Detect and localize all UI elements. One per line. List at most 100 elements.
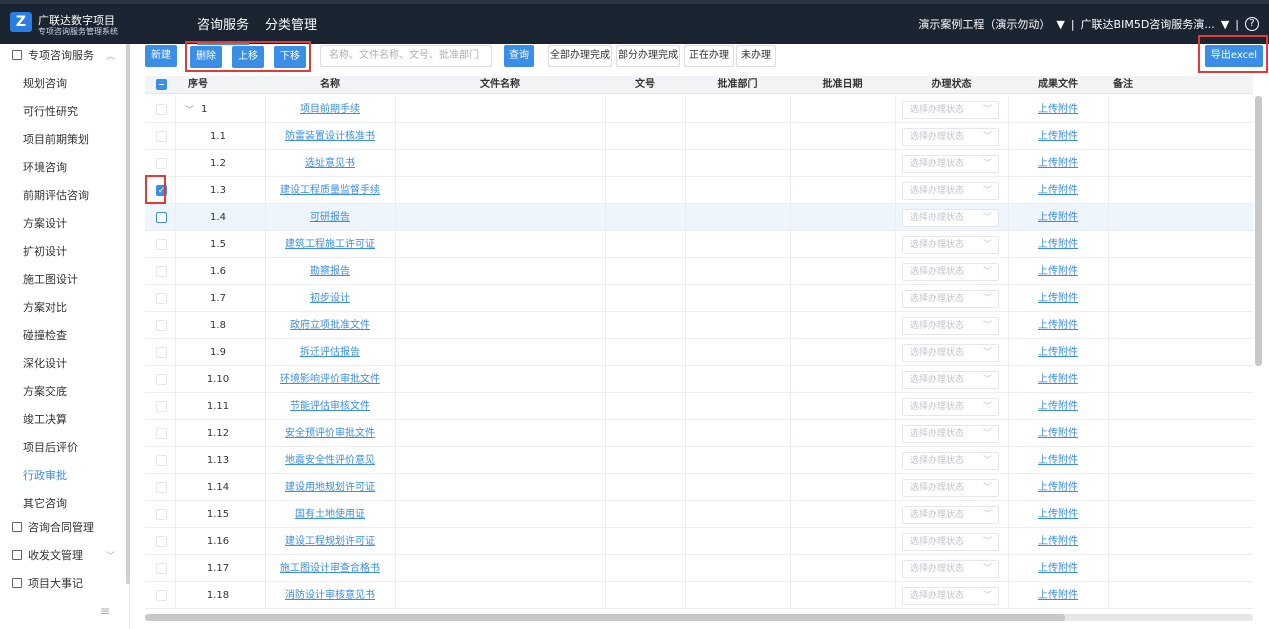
chevron-down-icon[interactable]: ▼ [1221,18,1229,31]
row-name-link[interactable]: 地震安全性评价意见 [265,447,395,474]
sidebar-group-events[interactable]: 项目大事记 [0,572,125,594]
upload-attachment-link[interactable]: 上传附件 [1008,231,1108,258]
status-select[interactable]: 选择办理状态 ﹀ [902,317,999,335]
filter-all-done[interactable]: 全部办理完成 [548,45,612,67]
sidebar-item-clash-check[interactable]: 碰撞检查 [23,327,67,343]
sidebar-item-other-consulting[interactable]: 其它咨询 [23,495,67,511]
sidebar-item-early-planning[interactable]: 项目前期策划 [23,131,89,147]
status-select[interactable]: 选择办理状态 ﹀ [902,533,999,551]
row-checkbox[interactable] [156,482,167,493]
search-input[interactable]: 名称、文件名称、文号、批准部门 [320,45,492,67]
status-select[interactable]: 选择办理状态 ﹀ [902,344,999,362]
row-checkbox[interactable] [156,374,167,385]
upload-attachment-link[interactable]: 上传附件 [1008,204,1108,231]
sidebar-item-post-evaluation[interactable]: 项目后评价 [23,439,78,455]
table-row[interactable]: 1.6 勘察报告 选择办理状态 ﹀ 上传附件 [145,258,1253,285]
sidebar-item-early-assessment[interactable]: 前期评估咨询 [23,187,89,203]
status-select[interactable]: 选择办理状态 ﹀ [902,587,999,605]
status-select[interactable]: 选择办理状态 ﹀ [902,128,999,146]
sidebar-item-construction-drawing[interactable]: 施工图设计 [23,271,78,287]
row-checkbox[interactable] [156,509,167,520]
table-row[interactable]: 1.1 防雷装置设计核准书 选择办理状态 ﹀ 上传附件 [145,123,1253,150]
row-checkbox[interactable] [156,401,167,412]
tab-consulting-service[interactable]: 咨询服务 [197,14,250,45]
row-name-link[interactable]: 消防设计审核意见书 [265,582,395,609]
filter-partial-done[interactable]: 部分办理完成 [616,45,680,67]
row-checkbox[interactable] [156,590,167,601]
table-row[interactable]: 1.2 选址意见书 选择办理状态 ﹀ 上传附件 [145,150,1253,177]
upload-attachment-link[interactable]: 上传附件 [1008,528,1108,555]
status-select[interactable]: 选择办理状态 ﹀ [902,506,999,524]
sidebar-item-scheme-briefing[interactable]: 方案交底 [23,383,67,399]
sidebar-item-environment[interactable]: 环境咨询 [23,159,67,175]
filter-not-done[interactable]: 未办理 [736,45,776,67]
select-all-checkbox[interactable] [156,79,167,90]
status-select[interactable]: 选择办理状态 ﹀ [902,263,999,281]
sidebar-group-documents[interactable]: 收发文管理 ﹀ [0,544,125,566]
horizontal-scrollbar-thumb[interactable] [145,614,1065,621]
row-checkbox[interactable] [156,536,167,547]
upload-attachment-link[interactable]: 上传附件 [1008,474,1108,501]
row-name-link[interactable]: 施工图设计审查合格书 [265,555,395,582]
row-checkbox[interactable] [156,455,167,466]
help-icon[interactable]: ? [1245,17,1259,31]
upload-attachment-link[interactable]: 上传附件 [1008,312,1108,339]
row-name-link[interactable]: 建设工程规划许可证 [265,528,395,555]
row-checkbox[interactable] [156,428,167,439]
table-row[interactable]: 1.9 拆迁评估报告 选择办理状态 ﹀ 上传附件 [145,339,1253,366]
status-select[interactable]: 选择办理状态 ﹀ [902,290,999,308]
status-select[interactable]: 选择办理状态 ﹀ [902,425,999,443]
table-row[interactable]: 1.10 环境影响评价审批文件 选择办理状态 ﹀ 上传附件 [145,366,1253,393]
status-select[interactable]: 选择办理状态 ﹀ [902,209,999,227]
new-button[interactable]: 新建 [145,45,177,67]
table-row[interactable]: ﹀ 1 项目前期手续 选择办理状态 ﹀ 上传附件 [145,96,1253,123]
vertical-scrollbar[interactable] [1255,96,1262,366]
row-checkbox[interactable] [156,239,167,250]
upload-attachment-link[interactable]: 上传附件 [1008,555,1108,582]
row-name-link[interactable]: 建筑工程施工许可证 [265,231,395,258]
table-row[interactable]: 1.8 政府立项批准文件 选择办理状态 ﹀ 上传附件 [145,312,1253,339]
row-name-link[interactable]: 初步设计 [265,285,395,312]
sidebar-scrollbar[interactable] [126,44,130,584]
table-row[interactable]: ✓ 1.3 建设工程质量监督手续 选择办理状态 ﹀ 上传附件 [145,177,1253,204]
expand-icon[interactable]: ﹀ [185,103,194,116]
row-name-link[interactable]: 国有土地使用证 [265,501,395,528]
status-select[interactable]: 选择办理状态 ﹀ [902,479,999,497]
table-row[interactable]: 1.13 地震安全性评价意见 选择办理状态 ﹀ 上传附件 [145,447,1253,474]
sidebar-item-detail-design[interactable]: 深化设计 [23,355,67,371]
row-name-link[interactable]: 环境影响评价审批文件 [265,366,395,393]
upload-attachment-link[interactable]: 上传附件 [1008,285,1108,312]
sidebar-item-admin-approval[interactable]: 行政审批 [23,467,67,483]
table-row[interactable]: 1.5 建筑工程施工许可证 选择办理状态 ﹀ 上传附件 [145,231,1253,258]
query-button[interactable]: 查询 [504,45,534,67]
table-row[interactable]: 1.7 初步设计 选择办理状态 ﹀ 上传附件 [145,285,1253,312]
table-row[interactable]: 1.4 可研报告 选择办理状态 ﹀ 上传附件 [145,204,1253,231]
row-checkbox[interactable] [156,212,167,223]
row-checkbox[interactable] [156,131,167,142]
status-select[interactable]: 选择办理状态 ﹀ [902,182,999,200]
sidebar-item-final-accounts[interactable]: 竣工决算 [23,411,67,427]
status-select[interactable]: 选择办理状态 ﹀ [902,236,999,254]
upload-attachment-link[interactable]: 上传附件 [1008,177,1108,204]
row-checkbox[interactable] [156,347,167,358]
row-name-link[interactable]: 建设用地规划许可证 [265,474,395,501]
sidebar-item-planning[interactable]: 规划咨询 [23,75,67,91]
project-selector[interactable]: 演示案例工程（演示勿动） [918,16,1050,32]
move-down-button[interactable]: 下移 [274,46,306,68]
status-select[interactable]: 选择办理状态 ﹀ [902,155,999,173]
org-selector[interactable]: 广联达BIM5D咨询服务演... [1081,16,1215,32]
row-name-link[interactable]: 拆迁评估报告 [265,339,395,366]
upload-attachment-link[interactable]: 上传附件 [1008,420,1108,447]
row-checkbox[interactable] [156,563,167,574]
row-checkbox[interactable] [156,293,167,304]
row-name-link[interactable]: 安全预评价审批文件 [265,420,395,447]
upload-attachment-link[interactable]: 上传附件 [1008,447,1108,474]
row-name-link[interactable]: 选址意见书 [265,150,395,177]
status-select[interactable]: 选择办理状态 ﹀ [902,560,999,578]
row-name-link[interactable]: 项目前期手续 [265,96,395,123]
status-select[interactable]: 选择办理状态 ﹀ [902,452,999,470]
row-name-link[interactable]: 可研报告 [265,204,395,231]
row-name-link[interactable]: 建设工程质量监督手续 [265,177,395,204]
upload-attachment-link[interactable]: 上传附件 [1008,96,1108,123]
row-name-link[interactable]: 节能评估审核文件 [265,393,395,420]
